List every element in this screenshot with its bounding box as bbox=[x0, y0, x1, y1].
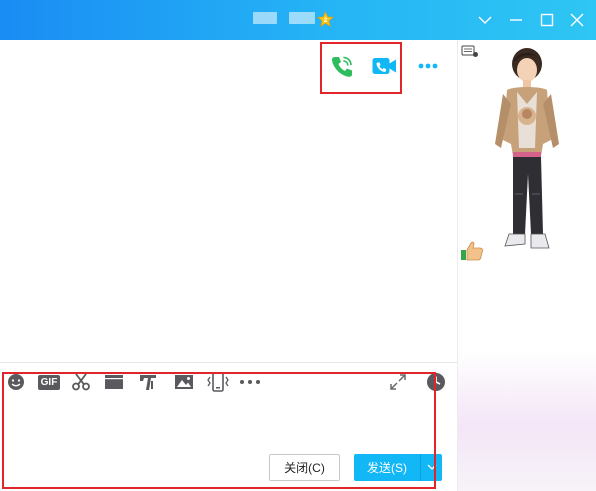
show-panel bbox=[457, 40, 596, 491]
more-icon[interactable] bbox=[238, 372, 262, 392]
screenshot-scissors-icon[interactable] bbox=[70, 372, 92, 392]
expand-icon[interactable] bbox=[387, 372, 409, 392]
image-icon[interactable] bbox=[173, 372, 195, 392]
gif-icon[interactable]: GIF bbox=[37, 372, 61, 392]
wardrobe-icon[interactable] bbox=[461, 44, 479, 58]
send-options-chevron-icon[interactable] bbox=[420, 454, 442, 481]
send-button[interactable]: 发送(S) bbox=[354, 454, 420, 481]
close-icon[interactable] bbox=[566, 9, 588, 31]
history-icon[interactable] bbox=[425, 372, 447, 392]
window-shake-icon[interactable] bbox=[103, 372, 125, 392]
panel-background bbox=[458, 351, 596, 491]
title-bar: 2 bbox=[0, 0, 596, 40]
minimize-icon[interactable] bbox=[505, 9, 527, 31]
voice-call-icon[interactable] bbox=[329, 53, 355, 79]
more-icon[interactable] bbox=[415, 56, 441, 76]
contact-name-redacted bbox=[289, 12, 315, 24]
contact-name-redacted bbox=[253, 12, 277, 24]
video-call-icon[interactable] bbox=[371, 53, 397, 79]
chevron-down-icon[interactable] bbox=[474, 9, 496, 31]
close-button[interactable]: 关闭(C) bbox=[269, 454, 340, 481]
avatar-show-figure[interactable] bbox=[491, 44, 563, 269]
thumbs-up-icon[interactable] bbox=[460, 240, 484, 262]
maximize-icon[interactable] bbox=[536, 9, 558, 31]
emoji-icon[interactable] bbox=[5, 372, 27, 392]
message-area[interactable] bbox=[0, 40, 457, 362]
gif-label: GIF bbox=[38, 374, 60, 390]
divider bbox=[0, 362, 457, 363]
phone-shake-icon[interactable] bbox=[206, 372, 230, 392]
font-style-icon[interactable] bbox=[137, 372, 159, 392]
vip-star-icon: 2 bbox=[317, 11, 334, 28]
